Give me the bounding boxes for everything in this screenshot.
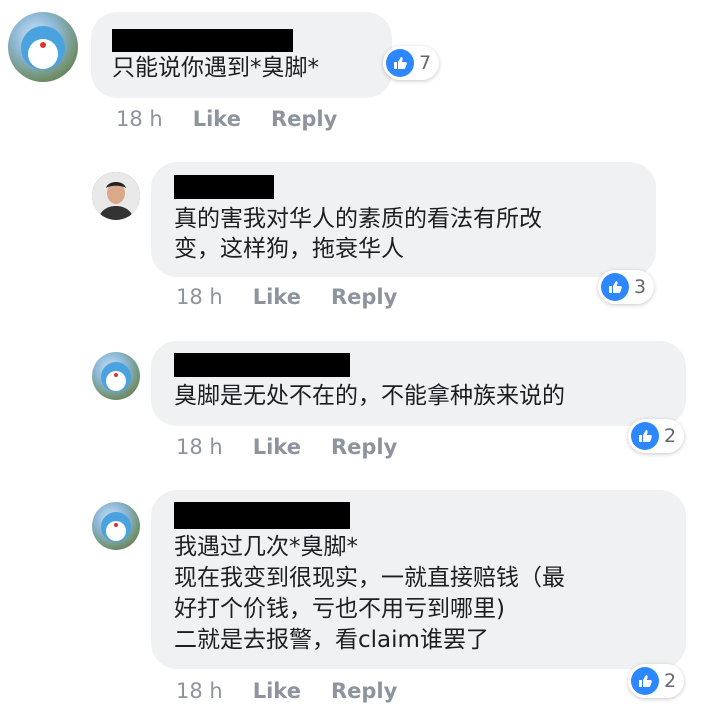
reaction-number: 2 — [664, 670, 677, 692]
comment-actions: 18 h Like Reply — [116, 107, 367, 131]
reply-button[interactable]: Reply — [331, 285, 397, 309]
commenter-avatar[interactable] — [92, 502, 140, 550]
comment-text-line: 臭脚是无处不在的，不能拿种族来说的 — [174, 383, 565, 409]
reply-button[interactable]: Reply — [331, 679, 397, 703]
comment-actions: 18 h Like Reply — [176, 679, 427, 703]
avatar-image — [92, 172, 140, 220]
reaction-count[interactable]: 7 — [383, 46, 440, 80]
reaction-count[interactable]: 3 — [598, 270, 655, 304]
reaction-number: 7 — [419, 52, 432, 74]
like-button[interactable]: Like — [193, 107, 241, 131]
commenter-avatar[interactable] — [92, 172, 140, 220]
comment-text-line: 只能说你遇到*臭脚* — [112, 55, 319, 81]
avatar-image — [101, 512, 131, 542]
reply-button[interactable]: Reply — [271, 107, 337, 131]
comment-timestamp[interactable]: 18 h — [176, 435, 223, 459]
comment-text-line: 好打个价钱，亏也不用亏到哪里) — [174, 596, 505, 622]
redacted-username[interactable] — [174, 175, 274, 199]
comment-timestamp[interactable]: 18 h — [116, 107, 163, 131]
comment-text-line: 二就是去报警，看claim谁罢了 — [174, 627, 489, 653]
comment-text-line: 我遇过几次*臭脚* — [174, 534, 358, 560]
reaction-count[interactable]: 2 — [628, 419, 685, 453]
comment-text-line: 真的害我对华人的素质的看法有所改 — [174, 206, 542, 232]
commenter-avatar[interactable] — [8, 12, 78, 82]
reaction-number: 2 — [664, 425, 677, 447]
commenter-avatar[interactable] — [92, 352, 140, 400]
avatar-image — [21, 26, 65, 70]
reaction-count[interactable]: 2 — [628, 664, 685, 698]
comment-actions: 18 h Like Reply — [176, 285, 427, 309]
avatar-image — [101, 362, 131, 392]
reply-button[interactable]: Reply — [331, 435, 397, 459]
thumbs-up-icon — [386, 49, 414, 77]
comment-timestamp[interactable]: 18 h — [176, 679, 223, 703]
comment-actions: 18 h Like Reply — [176, 435, 427, 459]
like-button[interactable]: Like — [253, 285, 301, 309]
redacted-username[interactable] — [174, 502, 350, 529]
comment-text-line: 现在我变到很现实，一就直接赔钱（最 — [174, 565, 565, 591]
comment-timestamp[interactable]: 18 h — [176, 285, 223, 309]
thumbs-up-icon — [601, 273, 629, 301]
reaction-number: 3 — [634, 276, 647, 298]
redacted-username[interactable] — [112, 29, 293, 52]
redacted-username[interactable] — [174, 353, 350, 377]
like-button[interactable]: Like — [253, 679, 301, 703]
comment-text-line: 变，这样狗，拖衰华人 — [174, 236, 404, 262]
thumbs-up-icon — [631, 422, 659, 450]
like-button[interactable]: Like — [253, 435, 301, 459]
thumbs-up-icon — [631, 667, 659, 695]
